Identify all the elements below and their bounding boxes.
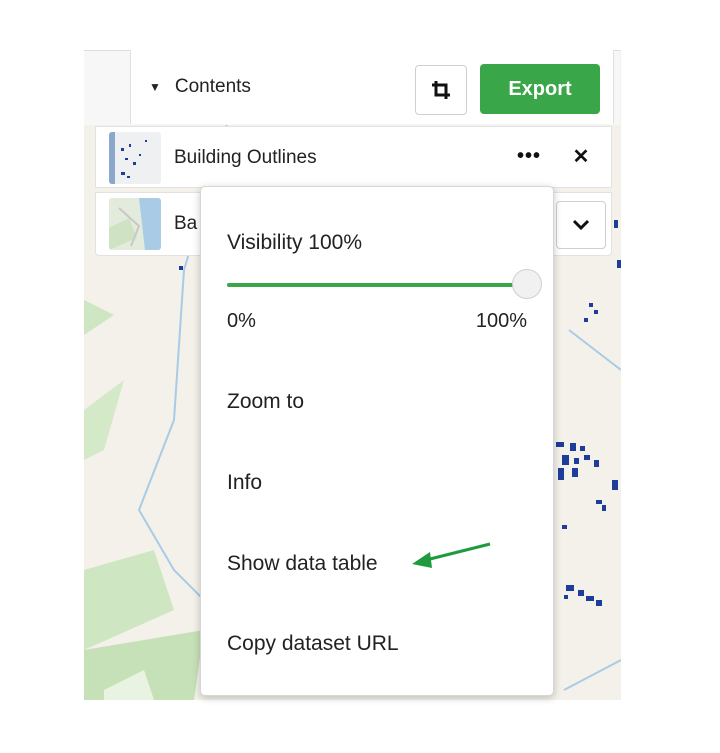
layer-name: Ba (174, 213, 198, 234)
more-dots-icon: ••• (516, 144, 541, 167)
menu-item-info[interactable]: Info (227, 471, 262, 495)
slider-max-label: 100% (475, 310, 527, 332)
more-options-button[interactable]: ••• (514, 141, 544, 171)
contents-panel: ▼ Contents Export (130, 50, 614, 124)
layer-options-menu: Visibility 100% 0% 100% Zoom to Info Sho… (200, 186, 554, 696)
visibility-label: Visibility 100% (227, 231, 363, 254)
basemap-thumbnail (109, 198, 161, 250)
visibility-slider[interactable] (227, 269, 542, 303)
remove-layer-button[interactable]: ✕ (566, 141, 596, 171)
caret-down-icon: ▼ (149, 80, 161, 94)
menu-item-zoom-to[interactable]: Zoom to (227, 390, 304, 414)
contents-label: Contents (174, 76, 251, 97)
layer-name: Building Outlines (174, 147, 317, 168)
close-icon: ✕ (572, 145, 590, 168)
menu-item-copy-dataset-url[interactable]: Copy dataset URL (227, 632, 399, 656)
expand-button[interactable] (556, 201, 606, 249)
export-button[interactable]: Export (480, 64, 600, 114)
slider-thumb[interactable] (512, 269, 542, 299)
layer-thumbnail (109, 132, 161, 184)
crop-icon (432, 81, 450, 99)
menu-item-show-data-table[interactable]: Show data table (227, 552, 378, 576)
layer-row-building-outlines[interactable]: Building Outlines ••• ✕ (95, 126, 612, 188)
slider-fill (227, 283, 527, 287)
slider-min-label: 0% (227, 310, 256, 332)
crop-button[interactable] (415, 65, 467, 115)
contents-toggle[interactable]: ▼ Contents (149, 76, 251, 98)
annotation-arrow-icon (412, 542, 491, 568)
chevron-down-icon (572, 219, 590, 231)
